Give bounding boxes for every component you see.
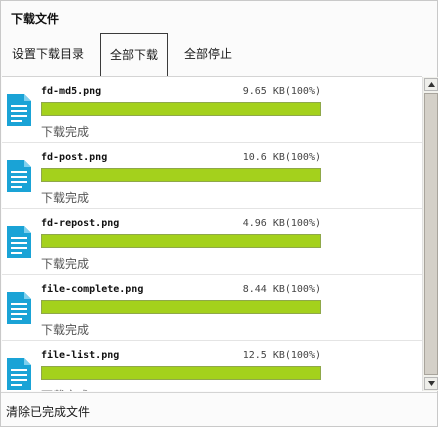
toolbar: 设置下载目录 全部下载 全部停止 <box>1 33 437 76</box>
document-icon <box>7 160 31 192</box>
footer: 清除已完成文件 <box>1 392 437 426</box>
download-status: 下载完成 <box>41 387 89 391</box>
stop-all-button[interactable]: 全部停止 <box>182 33 234 75</box>
file-name: file-list.png <box>41 350 120 361</box>
panel-title: 下载文件 <box>11 12 60 26</box>
download-status: 下载完成 <box>41 191 90 205</box>
document-icon <box>7 358 31 390</box>
clear-completed-button[interactable]: 清除已完成文件 <box>6 403 90 420</box>
file-name: fd-md5.png <box>41 86 102 97</box>
document-icon <box>7 94 31 126</box>
progress-bar <box>41 366 321 380</box>
file-size: 12.5 KB(100%) <box>242 350 321 361</box>
download-status: 下载完成 <box>41 323 90 337</box>
document-icon <box>7 226 31 258</box>
arrow-up-icon[interactable] <box>424 78 438 91</box>
document-icon <box>7 292 31 324</box>
file-size: 8.44 KB(100%) <box>242 284 321 295</box>
file-name: file-complete.png <box>41 284 144 295</box>
progress-fill <box>42 367 320 379</box>
progress-fill <box>42 103 320 115</box>
file-name: fd-post.png <box>41 152 108 163</box>
file-list-item[interactable]: fd-post.png 10.6 KB(100%) 下载完成 <box>2 143 422 209</box>
arrow-down-icon[interactable] <box>424 377 438 390</box>
set-download-dir-button[interactable]: 设置下载目录 <box>11 33 85 75</box>
file-list-item[interactable]: file-list.png 12.5 KB(100%) 下载完成 <box>2 341 422 391</box>
progress-bar <box>41 234 321 248</box>
file-name: fd-repost.png <box>41 218 120 229</box>
progress-bar <box>41 300 321 314</box>
download-status: 下载完成 <box>41 125 90 139</box>
file-size: 4.96 KB(100%) <box>242 218 321 229</box>
file-size: 10.6 KB(100%) <box>242 152 321 163</box>
file-size: 9.65 KB(100%) <box>242 86 321 97</box>
file-list-item[interactable]: fd-md5.png 9.65 KB(100%) 下载完成 <box>2 77 422 143</box>
progress-bar <box>41 168 321 182</box>
download-all-button[interactable]: 全部下载 <box>100 33 168 76</box>
progress-bar <box>41 102 321 116</box>
progress-fill <box>42 235 320 247</box>
progress-fill <box>42 169 320 181</box>
download-panel: 下载文件 设置下载目录 全部下载 全部停止 fd-md5.png 9.65 KB(… <box>0 0 438 427</box>
vertical-scrollbar[interactable] <box>422 77 438 391</box>
file-list-item[interactable]: fd-repost.png 4.96 KB(100%) 下载完成 <box>2 209 422 275</box>
download-status: 下载完成 <box>41 257 90 271</box>
progress-fill <box>42 301 320 313</box>
scrollbar-thumb[interactable] <box>424 93 438 375</box>
file-list-item[interactable]: file-complete.png 8.44 KB(100%) 下载完成 <box>2 275 422 341</box>
file-list: fd-md5.png 9.65 KB(100%) 下载完成 fd-post.png 10… <box>2 76 422 391</box>
